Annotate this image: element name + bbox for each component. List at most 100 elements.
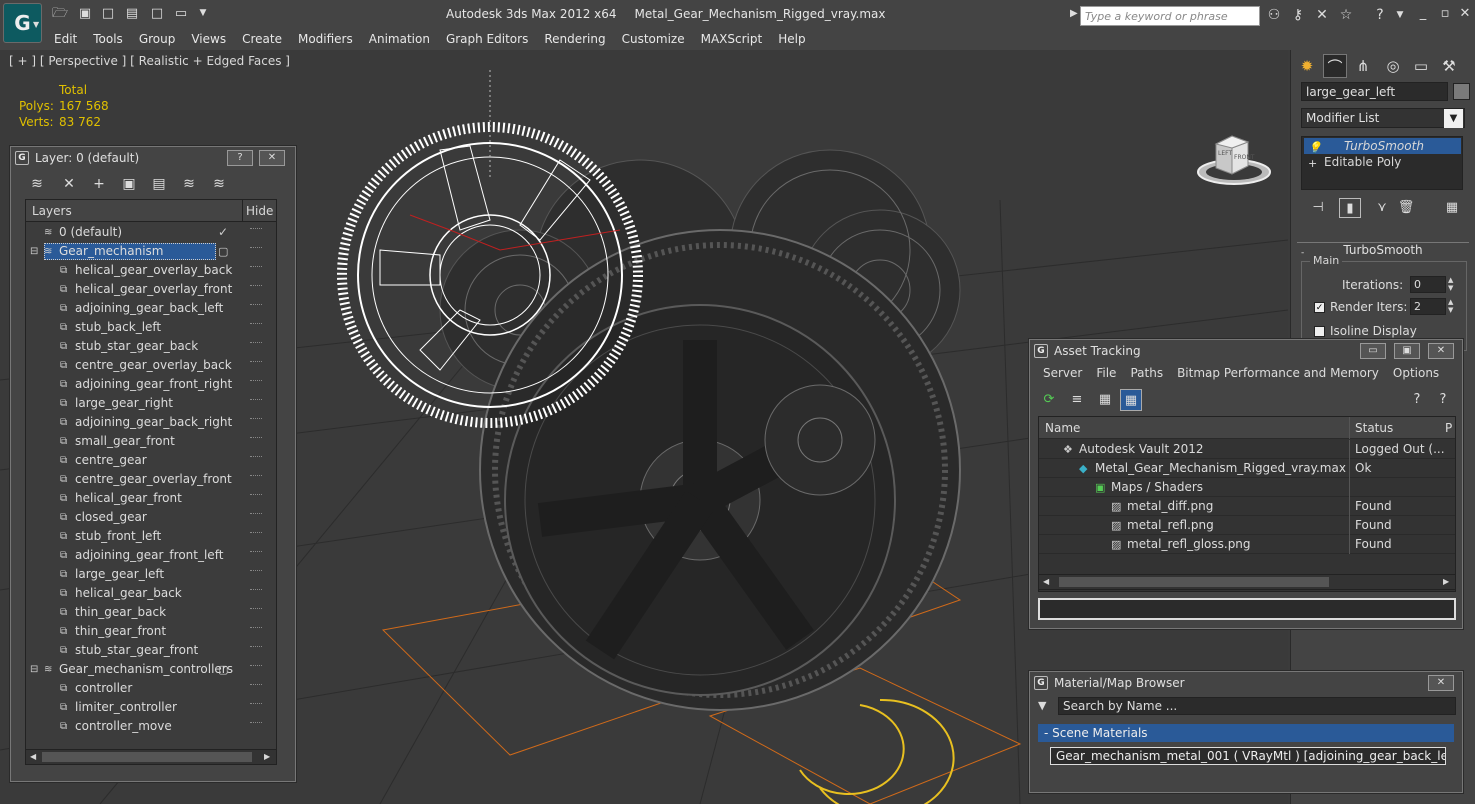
- hide-toggle[interactable]: [250, 399, 262, 403]
- undo-icon[interactable]: ▤: [124, 6, 140, 21]
- menu-views[interactable]: Views: [183, 30, 234, 48]
- layer-horizontal-scrollbar[interactable]: ◀ ▶: [25, 749, 277, 765]
- menu-help[interactable]: Help: [770, 30, 813, 48]
- object-name-field[interactable]: large_gear_left: [1301, 82, 1448, 101]
- material-item[interactable]: Gear_mechanism_metal_001 ( VRayMtl ) [ad…: [1050, 747, 1446, 765]
- menu-create[interactable]: Create: [234, 30, 290, 48]
- expand-plus-icon[interactable]: +: [1308, 156, 1317, 172]
- asset-help-context-icon[interactable]: ?: [1432, 389, 1454, 411]
- hide-toggle[interactable]: [250, 589, 262, 593]
- hide-toggle[interactable]: [250, 551, 262, 555]
- layer-row[interactable]: ⊟ ≋ Gear_mechanism_controllers ▢: [26, 660, 276, 679]
- table-view-icon[interactable]: ▦: [1120, 389, 1142, 411]
- rollout-collapse-icon[interactable]: -: [1301, 248, 1304, 258]
- isoline-checkbox[interactable]: [1314, 326, 1325, 337]
- material-close-button[interactable]: ✕: [1428, 675, 1454, 691]
- browser-options-icon[interactable]: ▼: [1038, 699, 1046, 712]
- hide-toggle[interactable]: [250, 456, 262, 460]
- layer-row[interactable]: ⧉ stub_front_left: [26, 527, 276, 546]
- collapse-icon[interactable]: ⊟: [30, 242, 38, 261]
- search-arrow-icon[interactable]: ▶: [1070, 8, 1078, 19]
- asset-menu-paths[interactable]: Paths: [1123, 364, 1170, 382]
- add-to-layer-icon[interactable]: +: [87, 173, 111, 195]
- layer-row[interactable]: ⧉ adjoining_gear_back_left: [26, 299, 276, 318]
- object-color-swatch[interactable]: [1453, 83, 1470, 100]
- render-iters-checkbox[interactable]: ✓: [1314, 302, 1325, 313]
- menu-customize[interactable]: Customize: [614, 30, 693, 48]
- layer-row[interactable]: ⧉ adjoining_gear_front_left: [26, 546, 276, 565]
- asset-help-icon[interactable]: ?: [1406, 389, 1428, 411]
- restore-icon[interactable]: ▫: [1435, 6, 1455, 22]
- iterations-spinner[interactable]: 0: [1410, 276, 1446, 293]
- layer-row[interactable]: ≋ 0 (default) ✓: [26, 223, 276, 242]
- material-search-input[interactable]: Search by Name ...: [1058, 697, 1456, 715]
- utilities-tab-icon[interactable]: ⚒: [1437, 54, 1461, 78]
- hide-toggle[interactable]: [250, 665, 262, 669]
- hide-all-icon[interactable]: ≋: [177, 173, 201, 195]
- menu-maxscript[interactable]: MAXScript: [693, 30, 771, 48]
- layer-row[interactable]: ⧉ stub_star_gear_back: [26, 337, 276, 356]
- asset-scroll-right-icon[interactable]: ▶: [1443, 577, 1449, 586]
- asset-scroll-thumb[interactable]: [1059, 577, 1329, 587]
- hide-toggle[interactable]: [250, 418, 262, 422]
- stack-item-turbosmooth[interactable]: 💡 TurboSmooth: [1304, 138, 1461, 154]
- asset-row[interactable]: ▨ metal_refl_gloss.png Found: [1039, 535, 1455, 554]
- redo-icon[interactable]: □: [149, 6, 165, 21]
- menu-graph-editors[interactable]: Graph Editors: [438, 30, 536, 48]
- name-column-header[interactable]: Name: [1045, 419, 1080, 438]
- help-search-input[interactable]: Type a keyword or phrase: [1080, 6, 1260, 26]
- binoculars-icon[interactable]: ⚇: [1264, 6, 1284, 24]
- scene-materials-group[interactable]: - Scene Materials: [1038, 724, 1454, 742]
- hide-toggle[interactable]: [250, 380, 262, 384]
- freeze-all-icon[interactable]: ≋: [207, 173, 231, 195]
- hide-toggle[interactable]: [250, 608, 262, 612]
- viewcube-left-face[interactable]: LEFT: [1218, 150, 1232, 157]
- asset-menu-file[interactable]: File: [1089, 364, 1123, 382]
- viewcube[interactable]: LEFT FRONT: [1196, 130, 1272, 188]
- favorites-star-icon[interactable]: ☆: [1336, 6, 1356, 24]
- key-icon[interactable]: ⚷: [1288, 6, 1308, 24]
- layer-row[interactable]: ⧉ large_gear_right: [26, 394, 276, 413]
- material-window-title[interactable]: Material/Map Browser: [1030, 672, 1462, 694]
- set-current-layer-icon[interactable]: ▢: [218, 242, 228, 261]
- layer-help-button[interactable]: ?: [227, 150, 253, 166]
- set-current-layer-icon[interactable]: ▢: [218, 660, 228, 679]
- layer-row[interactable]: ⧉ centre_gear_overlay_back: [26, 356, 276, 375]
- layer-row[interactable]: ⧉ helical_gear_front: [26, 489, 276, 508]
- hide-toggle[interactable]: [250, 513, 262, 517]
- asset-close-button[interactable]: ✕: [1428, 343, 1454, 359]
- layer-close-button[interactable]: ✕: [259, 150, 285, 166]
- hide-toggle[interactable]: [250, 684, 262, 688]
- asset-row[interactable]: ◆ Metal_Gear_Mechanism_Rigged_vray.max Ok: [1039, 459, 1455, 478]
- layer-row[interactable]: ⧉ controller_move: [26, 717, 276, 736]
- hide-toggle[interactable]: [250, 437, 262, 441]
- hide-toggle[interactable]: [250, 247, 262, 251]
- layer-row[interactable]: ⧉ helical_gear_back: [26, 584, 276, 603]
- asset-scroll-left-icon[interactable]: ◀: [1043, 577, 1049, 586]
- viewport-label-menu[interactable]: [ + ] [ Perspective ] [ Realistic + Edge…: [9, 54, 290, 68]
- modifier-list-dropdown[interactable]: Modifier List: [1301, 108, 1465, 128]
- hide-toggle[interactable]: [250, 342, 262, 346]
- hide-toggle[interactable]: [250, 570, 262, 574]
- current-layer-check-icon[interactable]: ✓: [218, 223, 228, 242]
- menu-modifiers[interactable]: Modifiers: [290, 30, 361, 48]
- make-unique-icon[interactable]: ⋎: [1371, 198, 1393, 218]
- layer-row[interactable]: ⧉ controller: [26, 679, 276, 698]
- scroll-left-icon[interactable]: ◀: [30, 752, 36, 761]
- path-column-header[interactable]: P: [1445, 419, 1452, 438]
- hide-toggle[interactable]: [250, 475, 262, 479]
- hide-toggle[interactable]: [250, 361, 262, 365]
- create-layer-icon[interactable]: ≋: [25, 173, 49, 195]
- highlight-layer-icon[interactable]: ▤: [147, 173, 171, 195]
- iterations-spinner-arrows-icon[interactable]: ▲ ▼: [1448, 276, 1453, 292]
- layers-column-header[interactable]: Layers: [32, 204, 72, 218]
- layer-row[interactable]: ⧉ closed_gear: [26, 508, 276, 527]
- asset-maximize-button[interactable]: ▣: [1394, 343, 1420, 359]
- hide-toggle[interactable]: [250, 323, 262, 327]
- scroll-right-icon[interactable]: ▶: [264, 752, 270, 761]
- scroll-thumb[interactable]: [42, 752, 252, 762]
- save-icon[interactable]: ▣: [77, 6, 93, 21]
- hierarchy-tab-icon[interactable]: ⋔: [1351, 54, 1375, 78]
- asset-row[interactable]: ▨ metal_refl.png Found: [1039, 516, 1455, 535]
- help-dropdown-icon[interactable]: ▼: [1390, 6, 1410, 24]
